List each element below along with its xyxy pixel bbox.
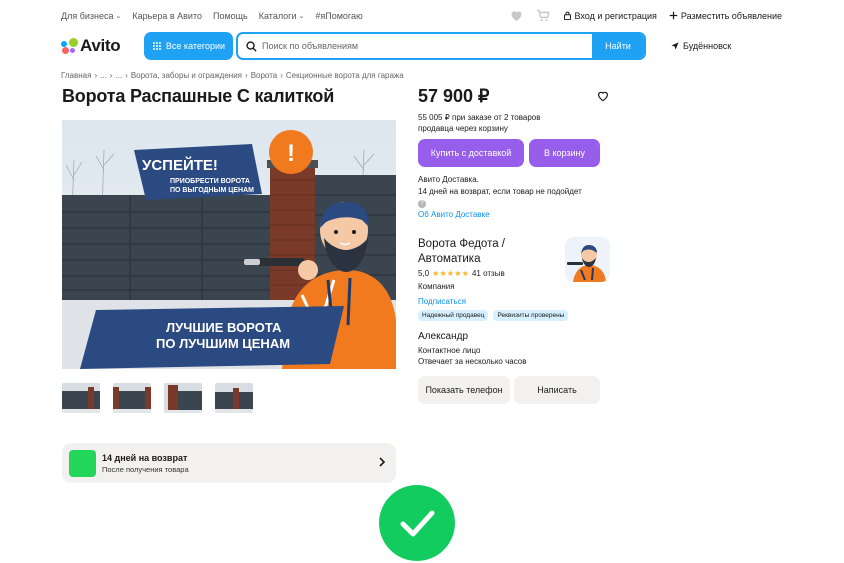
bulk-price-note: 55 005 ₽ при заказе от 2 товаров продавц…	[418, 113, 541, 133]
show-phone-button[interactable]: Показать телефон	[418, 376, 510, 404]
main-header: Avito Все категории Найти Будённовск	[0, 32, 844, 62]
top-link-business[interactable]: Для бизнеса ⌄	[61, 11, 121, 21]
reviews-count: 41 отзыв	[471, 269, 505, 278]
search-button[interactable]: Найти	[592, 34, 644, 58]
thumbnail[interactable]	[215, 383, 253, 413]
return-subtitle: После получения товара	[102, 465, 189, 474]
thumbnail[interactable]	[164, 383, 202, 413]
listing-main-image[interactable]: УСПЕЙТЕ! ПРИОБРЕСТИ ВОРОТА ПО ВЫГОДНЫМ Ц…	[62, 120, 396, 369]
grid-icon	[152, 42, 161, 50]
breadcrumb: Главная › ... › ... › Ворота, заборы и огра…	[61, 71, 404, 80]
search-bar: Найти	[236, 32, 646, 60]
banner-sub1-text: ПРИОБРЕСТИ ВОРОТА	[170, 178, 250, 185]
login-link[interactable]: Вход и регистрация	[563, 11, 657, 21]
contact-name: Александр	[418, 331, 469, 342]
breadcrumb-item[interactable]: ...	[115, 71, 122, 80]
chevron-down-icon: ⌄	[115, 13, 122, 20]
thumbnail-strip	[62, 383, 253, 413]
seller-rating[interactable]: 5,0 ★★★★★ 41 отзыв	[418, 269, 505, 278]
breadcrumb-item[interactable]: ...	[100, 71, 107, 80]
top-links: Для бизнеса ⌄ Карьера в Авито Помощь Ката…	[61, 11, 363, 21]
delivery-info: Авито Доставка. 14 дней на возврат, если…	[418, 175, 582, 196]
badge-verified: Реквизиты проверены	[493, 310, 569, 321]
heart-icon[interactable]	[509, 8, 524, 23]
price: 57 900 ₽	[418, 86, 490, 106]
search-input[interactable]	[262, 41, 592, 51]
success-check-badge	[379, 485, 455, 561]
contact-type: Контактное лицо	[418, 346, 481, 355]
chevron-right-icon	[379, 457, 386, 467]
banner-top-text: УСПЕЙТЕ!	[142, 156, 218, 174]
chevron-down-icon: ⌄	[298, 13, 305, 20]
breadcrumb-item[interactable]: Секционные ворота для гаража	[286, 71, 404, 80]
avito-logo[interactable]: Avito	[61, 36, 121, 56]
star-icons: ★★★★★	[432, 269, 469, 278]
info-icon[interactable]: ?	[418, 200, 426, 208]
search-icon	[246, 40, 257, 52]
thumbnail[interactable]	[62, 383, 100, 413]
add-to-cart-button[interactable]: В корзину	[529, 139, 600, 167]
top-actions: Вход и регистрация Разместить объявление	[509, 8, 782, 23]
subscribe-link[interactable]: Подписаться	[418, 297, 466, 306]
seller-type: Компания	[418, 282, 455, 291]
breadcrumb-item[interactable]: Ворота, заборы и ограждения	[131, 71, 242, 80]
location-arrow-icon	[671, 42, 679, 50]
all-categories-button[interactable]: Все категории	[144, 32, 233, 60]
banner-bottom2-text: ПО ЛУЧШИМ ЦЕНАМ	[156, 336, 290, 351]
logo-text: Avito	[80, 36, 121, 55]
rating-value: 5,0	[418, 269, 430, 278]
return-policy-card[interactable]: 14 дней на возврат После получения товар…	[62, 443, 396, 483]
write-message-button[interactable]: Написать	[514, 376, 600, 404]
banner-sub2-text: ПО ВЫГОДНЫМ ЦЕНАМ	[170, 187, 254, 194]
cart-icon[interactable]	[536, 8, 551, 23]
banner-bottom1-text: ЛУЧШИЕ ВОРОТА	[166, 320, 282, 335]
buy-with-delivery-button[interactable]: Купить с доставкой	[418, 139, 524, 167]
top-link-help[interactable]: Помощь	[213, 11, 248, 21]
lock-icon	[563, 11, 571, 20]
return-title: 14 дней на возврат	[102, 453, 188, 463]
breadcrumb-item[interactable]: Главная	[61, 71, 91, 80]
delivery-about-link[interactable]: Об Авито Доставке	[418, 210, 490, 219]
breadcrumb-item[interactable]: Ворота	[251, 71, 278, 80]
seller-name[interactable]: Ворота Федота / Автоматика	[418, 237, 558, 267]
plus-icon	[669, 11, 678, 20]
listing-title: Ворота Распашные С калиткой	[62, 86, 335, 106]
post-ad-link[interactable]: Разместить объявление	[669, 11, 782, 21]
seller-badges: Надежный продавец Реквизиты проверены	[418, 310, 569, 321]
return-icon	[69, 450, 96, 477]
logo-dots-icon	[61, 38, 78, 54]
badge-reliable: Надежный продавец	[418, 310, 489, 321]
location-selector[interactable]: Будённовск	[671, 41, 731, 51]
checkmark-icon	[400, 510, 435, 537]
thumbnail[interactable]	[113, 383, 151, 413]
favorite-heart-icon[interactable]	[596, 89, 610, 103]
top-link-career[interactable]: Карьера в Авито	[132, 11, 202, 21]
top-link-catalogs[interactable]: Каталоги ⌄	[259, 11, 305, 21]
banner-exclaim: !	[287, 140, 295, 167]
top-link-i-help[interactable]: #яПомогаю	[315, 11, 362, 21]
top-utility-bar: Для бизнеса ⌄ Карьера в Авито Помощь Ката…	[0, 0, 844, 34]
contact-reply-time: Отвечает за несколько часов	[418, 357, 527, 366]
seller-avatar[interactable]	[565, 237, 610, 282]
